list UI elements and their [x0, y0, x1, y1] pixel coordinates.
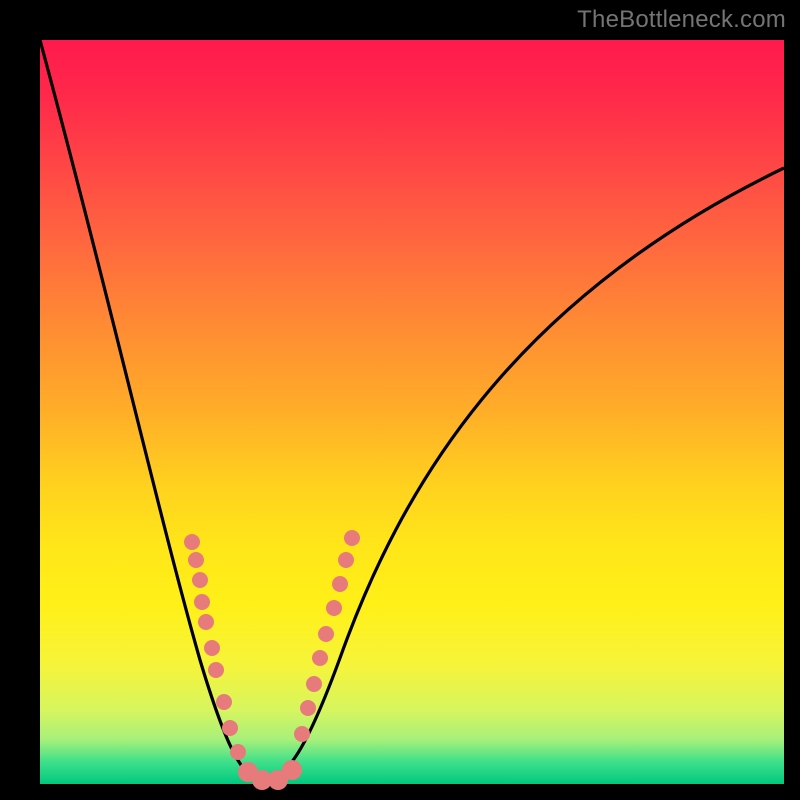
chart-frame: TheBottleneck.com: [0, 0, 800, 800]
data-point: [312, 650, 328, 666]
data-point: [222, 720, 238, 736]
data-point: [326, 600, 342, 616]
data-point: [318, 626, 334, 642]
data-point: [294, 726, 310, 742]
data-point: [282, 760, 302, 780]
data-point: [344, 530, 360, 546]
data-point: [188, 552, 204, 568]
data-point: [194, 594, 210, 610]
watermark-text: TheBottleneck.com: [577, 6, 786, 34]
data-point: [332, 576, 348, 592]
data-point: [300, 700, 316, 716]
data-point: [208, 662, 224, 678]
data-point: [306, 676, 322, 692]
data-point: [230, 744, 246, 760]
dots-layer: [40, 40, 784, 784]
data-point: [338, 552, 354, 568]
data-point: [192, 572, 208, 588]
data-point: [204, 640, 220, 656]
data-point: [198, 614, 214, 630]
data-point: [184, 534, 200, 550]
data-point: [216, 694, 232, 710]
plot-area: [40, 40, 784, 784]
